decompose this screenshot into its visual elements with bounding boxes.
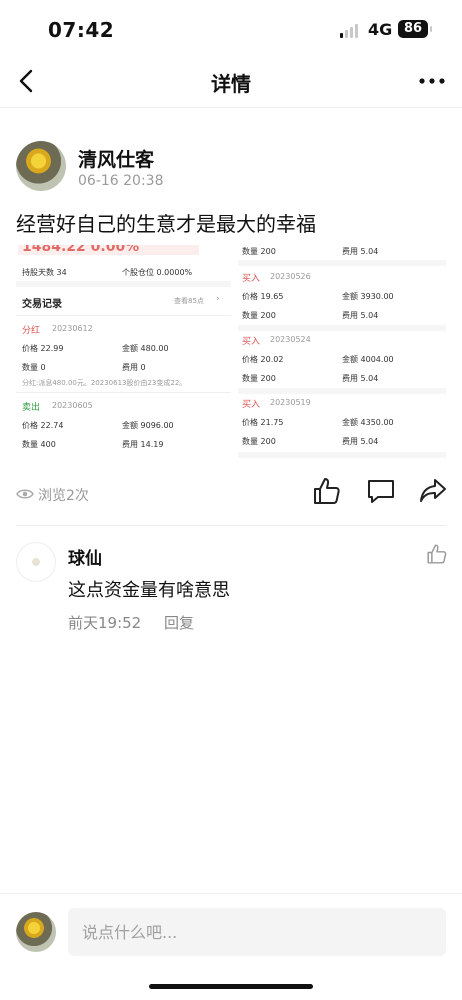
trade-price: 价格 22.99 — [22, 344, 64, 353]
status-bar: 07:42 4G 86 — [0, 0, 462, 56]
battery-icon: 86 — [398, 20, 432, 38]
like-button[interactable] — [312, 476, 342, 506]
trade-date: 20230526 — [270, 272, 311, 281]
trade-fee: 费用 5.04 — [342, 437, 379, 446]
post-time: 06-16 20:38 — [78, 173, 164, 189]
commenter-avatar[interactable] — [16, 542, 56, 582]
comment-time: 前天19:52 — [68, 614, 142, 632]
trade-qty: 数量 200 — [242, 247, 276, 256]
trade-qty: 数量 400 — [22, 440, 56, 449]
trade-type: 买入 — [242, 400, 261, 410]
trade-fee: 费用 14.19 — [122, 440, 164, 449]
image-right-column: 数量 200 费用 5.04 买入 20230526 价格 19.65 金额 3… — [238, 245, 446, 463]
trade-price: 价格 21.75 — [242, 418, 284, 427]
trade-fee: 费用 5.04 — [342, 311, 379, 320]
view-all-link: 查看85点 — [174, 297, 204, 305]
network-type: 4G — [368, 20, 393, 39]
trade-fee: 费用 0 — [122, 363, 146, 372]
comment-like-button[interactable] — [426, 543, 448, 565]
page-title: 详情 — [211, 72, 251, 96]
trade-type: 分红 — [22, 326, 41, 336]
chevron-right-icon: › — [216, 294, 220, 304]
trade-fee: 费用 5.04 — [342, 247, 379, 256]
divider — [16, 525, 446, 526]
my-avatar — [16, 912, 56, 952]
trade-note: 分红:派息480.00元。20230613股价由23变成22。 — [22, 379, 187, 387]
eye-icon — [16, 489, 34, 499]
more-horizontal-icon — [419, 78, 445, 84]
share-icon — [420, 479, 446, 502]
trade-fee: 费用 5.04 — [342, 374, 379, 383]
trade-price: 价格 22.74 — [22, 421, 64, 430]
position-ratio: 个股仓位 0.0000% — [122, 268, 193, 277]
trade-amount: 金额 4350.00 — [342, 418, 394, 427]
trade-type: 买入 — [242, 274, 261, 284]
trade-price: 价格 19.65 — [242, 292, 284, 301]
thumbs-up-icon — [427, 544, 447, 564]
trade-type: 卖出 — [22, 403, 41, 413]
trade-amount: 金额 480.00 — [122, 344, 169, 353]
author-name[interactable]: 清风仕客 — [78, 145, 154, 172]
records-title: 交易记录 — [22, 299, 62, 310]
reply-button[interactable]: 回复 — [164, 612, 194, 633]
view-count: 浏览2次 — [38, 488, 89, 504]
comment-input[interactable] — [68, 908, 446, 956]
trade-date: 20230524 — [270, 335, 311, 344]
home-indicator[interactable] — [149, 984, 313, 989]
author-avatar[interactable] — [16, 141, 66, 191]
signal-icon — [340, 22, 360, 38]
navigation-bar: 详情 — [0, 56, 462, 108]
commenter-name[interactable]: 球仙 — [68, 544, 102, 569]
trade-date: 20230605 — [52, 401, 93, 410]
comment-text: 这点资金量有啥意思 — [68, 580, 230, 601]
trade-amount: 金额 4004.00 — [342, 355, 394, 364]
more-button[interactable] — [414, 66, 450, 96]
trade-qty: 数量 0 — [22, 363, 46, 372]
trade-qty: 数量 200 — [242, 374, 276, 383]
trade-type: 买入 — [242, 337, 261, 347]
image-left-column: 1484.22 0.00% 持股天数 34 个股仓位 0.0000% 交易记录 … — [16, 245, 231, 463]
trade-qty: 数量 200 — [242, 437, 276, 446]
trade-price: 价格 20.02 — [242, 355, 284, 364]
image-header-value: 1484.22 0.00% — [18, 245, 200, 255]
trade-qty: 数量 200 — [242, 311, 276, 320]
trade-amount: 金额 9096.00 — [122, 421, 174, 430]
trade-amount: 金额 3930.00 — [342, 292, 394, 301]
share-button[interactable] — [418, 476, 448, 506]
divider — [0, 893, 462, 894]
trade-date: 20230519 — [270, 398, 311, 407]
comment-button[interactable] — [366, 476, 396, 506]
trade-date: 20230612 — [52, 324, 93, 333]
hold-days: 持股天数 34 — [22, 268, 67, 277]
post-image[interactable]: 1484.22 0.00% 持股天数 34 个股仓位 0.0000% 交易记录 … — [16, 245, 446, 463]
status-time: 07:42 — [48, 18, 115, 42]
post-text: 经营好自己的生意才是最大的幸福 — [16, 212, 316, 236]
thumbs-up-icon — [314, 478, 340, 504]
comment-icon — [368, 480, 394, 503]
